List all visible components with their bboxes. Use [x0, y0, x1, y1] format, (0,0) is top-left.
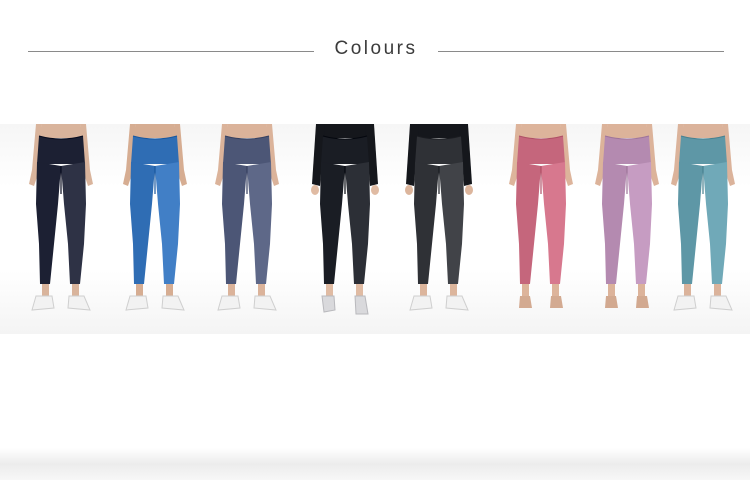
top-garment — [416, 124, 462, 138]
right-leg — [61, 162, 86, 284]
torso — [606, 124, 648, 138]
header-divider-left — [28, 51, 314, 52]
right-flat-shoe — [354, 295, 369, 315]
left-leg — [602, 162, 627, 284]
right-leg — [703, 162, 728, 284]
colour-swatch-2[interactable] — [108, 124, 202, 334]
right-hand — [371, 185, 379, 195]
left-ankle — [522, 284, 529, 298]
left-sneaker — [125, 295, 149, 311]
left-sneaker — [409, 295, 433, 311]
footer-divider-shadow — [0, 448, 750, 480]
left-leg — [222, 162, 247, 284]
left-leg — [130, 162, 155, 284]
colour-swatch-5[interactable] — [392, 124, 486, 334]
left-sneaker — [31, 295, 55, 311]
right-leg — [627, 162, 652, 284]
right-bare-foot — [550, 296, 563, 308]
section-header: Colours — [0, 0, 750, 100]
torso — [40, 124, 82, 138]
waistband — [321, 136, 369, 164]
waistband — [131, 136, 179, 164]
right-sneaker — [161, 295, 185, 311]
waistband — [223, 136, 271, 164]
right-sneaker — [709, 295, 733, 311]
torso — [520, 124, 562, 138]
left-leg — [414, 162, 439, 284]
section-title: Colours — [334, 38, 418, 59]
left-bare-foot — [605, 296, 618, 308]
right-ankle — [552, 284, 559, 298]
right-ankle — [638, 284, 645, 298]
colour-swatch-4[interactable] — [298, 124, 392, 334]
left-bare-foot — [519, 296, 532, 308]
header-divider-right — [438, 51, 724, 52]
torso — [134, 124, 176, 138]
left-leg — [516, 162, 541, 284]
left-sneaker — [673, 295, 697, 311]
right-sneaker — [445, 295, 469, 311]
top-garment — [322, 124, 368, 138]
right-bare-foot — [636, 296, 649, 308]
waistband — [37, 136, 85, 164]
colour-swatch-3[interactable] — [200, 124, 294, 334]
right-leg — [345, 162, 370, 284]
left-leg — [320, 162, 345, 284]
left-hand — [311, 185, 319, 195]
right-hand — [465, 185, 473, 195]
left-leg — [36, 162, 61, 284]
right-sneaker — [253, 295, 277, 311]
right-leg — [541, 162, 566, 284]
waistband — [517, 136, 565, 164]
colour-swatch-1[interactable] — [14, 124, 108, 334]
waistband — [415, 136, 463, 164]
left-leg — [678, 162, 703, 284]
left-ankle — [608, 284, 615, 298]
right-leg — [439, 162, 464, 284]
torso — [682, 124, 724, 138]
left-sneaker — [217, 295, 241, 311]
colour-swatch-8[interactable] — [656, 124, 750, 334]
waistband — [679, 136, 727, 164]
waistband — [603, 136, 651, 164]
torso — [226, 124, 268, 138]
colour-swatch-6[interactable] — [494, 124, 588, 334]
right-sneaker — [67, 295, 91, 311]
right-leg — [155, 162, 180, 284]
left-hand — [405, 185, 413, 195]
right-leg — [247, 162, 272, 284]
left-flat-shoe — [321, 295, 336, 313]
